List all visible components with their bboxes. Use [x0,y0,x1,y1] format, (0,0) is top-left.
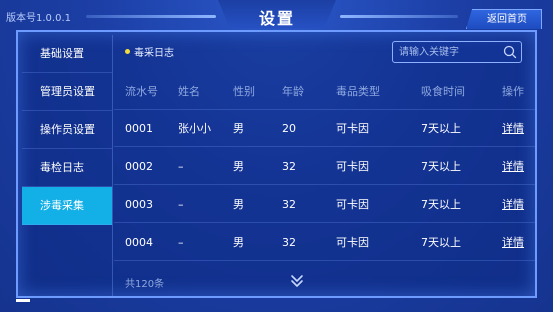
table-row: 0004 – 男 32 可卡因 7天以上 详情 [114,224,535,261]
cell-name: – [178,160,184,173]
header-use-time: 吸食时间 [421,85,465,98]
cell-gender: 男 [233,198,244,211]
cell-gender: 男 [233,160,244,173]
back-home-button[interactable]: 返回首页 [466,9,542,29]
cell-age: 32 [282,160,296,173]
table-row: 0001 张小小 男 20 可卡因 7天以上 详情 [114,110,535,147]
cell-name: – [178,198,184,211]
cell-age: 32 [282,236,296,249]
cell-drug-type: 可卡因 [336,122,369,135]
cell-use-time: 7天以上 [421,236,461,249]
header-serial: 流水号 [125,85,158,98]
sidebar-item-drug-test-log[interactable]: 毒检日志 [22,149,112,187]
version-label: 版本号1.0.0.1 [6,13,71,24]
top-bar: 版本号1.0.0.1 设置 返回首页 [0,0,553,32]
cell-use-time: 7天以上 [421,160,461,173]
search-input[interactable] [399,42,499,62]
header-age: 年龄 [282,85,304,98]
sidebar-item-operator-settings[interactable]: 操作员设置 [22,111,112,149]
page-title: 设置 [258,9,295,28]
details-link[interactable]: 详情 [502,110,524,147]
cell-name: – [178,236,184,249]
indicator-dot-icon [125,49,130,54]
table-row: 0002 – 男 32 可卡因 7天以上 详情 [114,148,535,185]
settings-panel: 基础设置 管理员设置 操作员设置 毒检日志 涉毒采集 毒采日志 流水号 姓名 性… [16,30,537,298]
details-link[interactable]: 详情 [502,224,524,261]
cell-drug-type: 可卡因 [336,160,369,173]
table-header: 流水号 姓名 性别 年龄 毒品类型 吸食时间 操作 [114,73,535,110]
cell-age: 20 [282,122,296,135]
header-drug-type: 毒品类型 [336,85,380,98]
cell-age: 32 [282,198,296,211]
header-name: 姓名 [178,85,200,98]
cell-serial: 0001 [125,122,153,135]
sidebar-item-admin-settings[interactable]: 管理员设置 [22,73,112,111]
cell-drug-type: 可卡因 [336,236,369,249]
decorative-line-right [340,15,458,18]
cell-use-time: 7天以上 [421,198,461,211]
sidebar-item-basic-settings[interactable]: 基础设置 [22,35,112,73]
section-heading: 毒采日志 [125,44,174,59]
search-icon[interactable] [503,45,517,59]
details-link[interactable]: 详情 [502,148,524,185]
sidebar-item-drug-collection[interactable]: 涉毒采集 [22,187,112,225]
cell-name: 张小小 [178,122,211,135]
section-heading-text: 毒采日志 [134,48,174,59]
cell-gender: 男 [233,122,244,135]
header-action: 操作 [502,85,524,98]
cell-drug-type: 可卡因 [336,198,369,211]
header-gender: 性别 [233,85,255,98]
chevron-double-down-icon[interactable] [290,274,304,288]
total-count: 共120条 [125,279,165,290]
sidebar: 基础设置 管理员设置 操作员设置 毒检日志 涉毒采集 [22,35,113,296]
search-box [392,41,522,63]
cell-gender: 男 [233,236,244,249]
content-area: 毒采日志 流水号 姓名 性别 年龄 毒品类型 吸食时间 操作 0001 张小小 … [114,35,535,296]
cell-serial: 0002 [125,160,153,173]
table-row: 0003 – 男 32 可卡因 7天以上 详情 [114,186,535,223]
corner-accent [16,299,30,302]
cell-serial: 0004 [125,236,153,249]
cell-use-time: 7天以上 [421,122,461,135]
details-link[interactable]: 详情 [502,186,524,223]
cell-serial: 0003 [125,198,153,211]
decorative-line-left [86,15,216,18]
